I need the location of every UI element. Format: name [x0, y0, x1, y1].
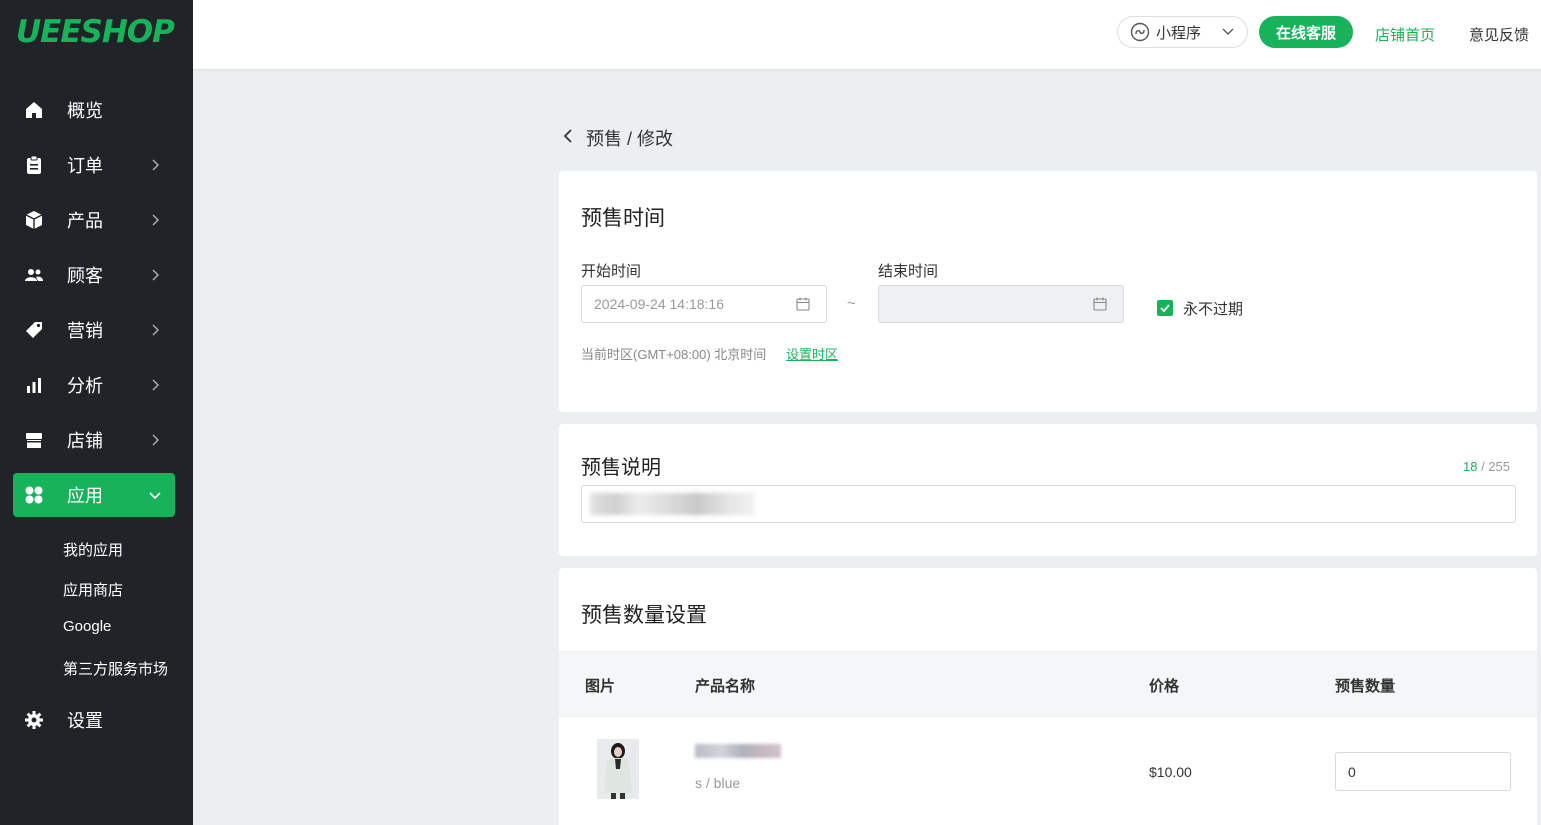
sidebar-item-label: 产品 [67, 211, 103, 231]
logo[interactable]: UEESHOP [16, 14, 175, 50]
box-icon [23, 209, 45, 231]
end-time-input[interactable] [878, 285, 1124, 323]
range-separator: ~ [847, 295, 856, 312]
presale-description-card: 预售说明 18 / 255 [559, 424, 1537, 556]
card-title: 预售数量设置 [581, 604, 707, 627]
card-title: 预售时间 [581, 207, 665, 230]
timezone-text: 当前时区(GMT+08:00) 北京时间 [581, 347, 767, 362]
start-time-input[interactable]: 2024-09-24 14:18:16 [581, 285, 827, 323]
sidebar-item-products[interactable]: 产品 [13, 198, 175, 242]
never-expire-label[interactable]: 永不过期 [1183, 298, 1243, 319]
chevron-right-icon [152, 434, 160, 446]
users-icon [23, 264, 45, 286]
char-count: 18 [1463, 459, 1478, 474]
sidebar-item-label: 顾客 [67, 266, 103, 286]
feedback-link[interactable]: 意见反馈 [1469, 24, 1529, 45]
sidebar-item-label: 概览 [67, 101, 103, 121]
home-icon [23, 99, 45, 121]
end-time-label: 结束时间 [878, 263, 939, 280]
sidebar-item-label: 设置 [67, 711, 103, 731]
mini-program-label: 小程序 [1156, 24, 1202, 42]
card-title: 预售说明 [581, 457, 661, 479]
tag-icon [23, 319, 45, 341]
column-header-presale-quantity: 预售数量 [1335, 678, 1396, 695]
presale-quantity-input[interactable]: 0 [1335, 752, 1511, 791]
sidebar-item-overview[interactable]: 概览 [13, 88, 175, 132]
chevron-right-icon [152, 214, 160, 226]
column-header-product-name: 产品名称 [695, 678, 756, 695]
chevron-right-icon [152, 159, 160, 171]
breadcrumb: 预售 / 修改 [586, 129, 674, 149]
sidebar-item-label: 营销 [67, 321, 103, 341]
calendar-icon [796, 297, 810, 311]
sidebar-item-label: 应用 [67, 486, 103, 506]
column-header-image: 图片 [585, 678, 616, 695]
bar-chart-icon [23, 374, 45, 396]
char-counter: 18 / 255 [1463, 459, 1510, 474]
chevron-right-icon [152, 379, 160, 391]
sidebar-item-settings[interactable]: 设置 [13, 698, 175, 742]
sidebar-item-marketing[interactable]: 营销 [13, 308, 175, 352]
chevron-right-icon [152, 269, 160, 281]
mini-program-icon [1130, 22, 1150, 42]
redacted-product-name [695, 744, 781, 758]
char-max: / 255 [1481, 459, 1511, 474]
online-support-button[interactable]: 在线客服 [1259, 16, 1353, 48]
table-header: 图片 产品名称 价格 预售数量 [559, 651, 1537, 717]
presale-quantity-card: 预售数量设置 图片 产品名称 价格 预售数量 s / blue $10.00 0 [559, 568, 1537, 825]
product-price: $10.00 [1149, 764, 1192, 780]
product-thumbnail [597, 739, 639, 799]
sidebar-item-store[interactable]: 店铺 [13, 418, 175, 462]
check-icon [1160, 304, 1170, 313]
store-home-link[interactable]: 店铺首页 [1375, 24, 1435, 45]
calendar-icon [1093, 297, 1107, 311]
sidebar-subitem-third-party[interactable]: 第三方服务市场 [63, 658, 168, 679]
sidebar-item-analytics[interactable]: 分析 [13, 363, 175, 407]
sidebar: UEESHOP 概览 订单 产品 顾客 营销 分析 店铺 应用 我的应用 应用商… [0, 0, 193, 825]
sidebar-subitem-google[interactable]: Google [63, 618, 111, 635]
sidebar-item-label: 店铺 [67, 431, 103, 451]
never-expire-checkbox[interactable] [1157, 300, 1173, 316]
sidebar-subitem-my-apps[interactable]: 我的应用 [63, 539, 123, 560]
column-header-price: 价格 [1149, 678, 1180, 695]
presale-quantity-value: 0 [1348, 763, 1356, 780]
chevron-down-icon [1222, 28, 1234, 35]
product-variant: s / blue [695, 775, 741, 791]
presale-time-card: 预售时间 开始时间 2024-09-24 14:18:16 ~ 结束时间 永不过… [559, 171, 1537, 412]
set-timezone-link[interactable]: 设置时区 [786, 344, 838, 363]
redacted-text [590, 493, 755, 515]
store-icon [23, 429, 45, 451]
sidebar-item-label: 订单 [67, 156, 103, 176]
mini-program-dropdown[interactable]: 小程序 [1117, 16, 1248, 48]
top-bar: 小程序 在线客服 店铺首页 意见反馈 [193, 0, 1541, 69]
gear-icon [23, 709, 45, 731]
chevron-down-icon [149, 492, 161, 500]
sidebar-item-customers[interactable]: 顾客 [13, 253, 175, 297]
start-time-label: 开始时间 [581, 263, 642, 280]
chevron-right-icon [152, 324, 160, 336]
apps-grid-icon [23, 484, 45, 506]
sidebar-item-label: 分析 [67, 376, 103, 396]
sidebar-item-orders[interactable]: 订单 [13, 143, 175, 187]
sidebar-item-apps[interactable]: 应用 [13, 473, 175, 517]
back-arrow-icon[interactable] [560, 127, 576, 145]
description-input[interactable] [581, 485, 1516, 523]
sidebar-subitem-app-store[interactable]: 应用商店 [63, 579, 123, 600]
clipboard-icon [23, 154, 45, 176]
start-time-value: 2024-09-24 14:18:16 [594, 296, 724, 312]
